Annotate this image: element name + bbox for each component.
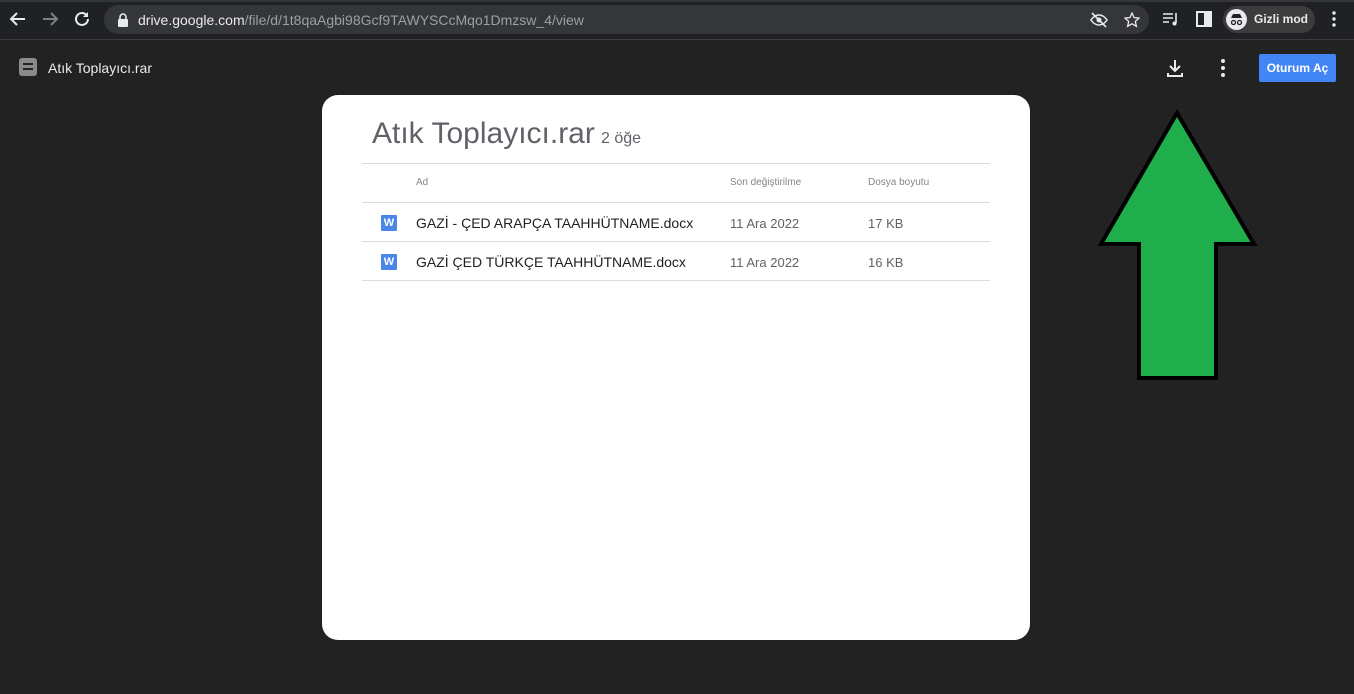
eye-off-icon[interactable] — [1090, 11, 1108, 29]
file-modified: 11 Ara 2022 — [730, 216, 800, 231]
incognito-profile-button[interactable]: Gizli mod — [1223, 6, 1315, 33]
archive-title: Atık Toplayıcı.rar — [372, 117, 595, 150]
lock-icon[interactable] — [114, 11, 132, 29]
back-icon[interactable] — [7, 8, 29, 30]
green-up-arrow-annotation — [1097, 109, 1258, 380]
star-icon[interactable] — [1123, 11, 1141, 29]
url-host: drive.google.com — [138, 12, 245, 28]
word-doc-icon: W — [381, 215, 397, 231]
sign-in-button[interactable]: Oturum Aç — [1259, 54, 1336, 82]
file-size: 17 KB — [868, 216, 904, 231]
column-header-modified: Son değiştirilme — [730, 177, 802, 188]
browser-toolbar: drive.google.com/file/d/1t8qaAgbi98Gcf9T… — [0, 0, 1354, 40]
tab-strip-edge — [0, 0, 1354, 2]
forward-icon[interactable] — [39, 8, 61, 30]
viewer-file-title: Atık Toplayıcı.rar — [48, 60, 153, 76]
table-row[interactable]: W GAZİ ÇED TÜRKÇE TAAHHÜTNAME.docx 11 Ar… — [362, 242, 990, 281]
url-text[interactable]: drive.google.com/file/d/1t8qaAgbi98Gcf9T… — [138, 12, 584, 28]
address-bar[interactable]: drive.google.com/file/d/1t8qaAgbi98Gcf9T… — [104, 5, 1149, 34]
profile-label: Gizli mod — [1254, 12, 1308, 26]
file-name[interactable]: GAZİ ÇED TÜRKÇE TAAHHÜTNAME.docx — [416, 254, 686, 270]
table-row[interactable]: W GAZİ - ÇED ARAPÇA TAAHHÜTNAME.docx 11 … — [362, 203, 990, 242]
column-header-size: Dosya boyutu — [868, 177, 930, 188]
table-divider — [362, 280, 990, 281]
column-header-name: Ad — [416, 177, 429, 188]
incognito-icon — [1226, 9, 1247, 30]
url-path: /file/d/1t8qaAgbi98Gcf9TAWYSCcMqo1Dmzsw_… — [244, 12, 584, 28]
archive-file-icon — [19, 58, 37, 76]
archive-item-count: 2 öğe — [601, 130, 642, 147]
table-divider — [362, 163, 990, 164]
file-name[interactable]: GAZİ - ÇED ARAPÇA TAAHHÜTNAME.docx — [416, 215, 693, 231]
reading-list-icon[interactable] — [1161, 9, 1181, 29]
file-size: 16 KB — [868, 255, 904, 270]
file-modified: 11 Ara 2022 — [730, 255, 800, 270]
side-panel-icon[interactable] — [1194, 9, 1214, 29]
reload-icon[interactable] — [71, 8, 93, 30]
word-doc-icon: W — [381, 254, 397, 270]
download-icon[interactable] — [1163, 56, 1187, 80]
archive-preview-card: Atık Toplayıcı.rar 2 öğe Ad Son değiştir… — [322, 95, 1030, 640]
browser-menu-icon[interactable] — [1324, 9, 1344, 29]
more-options-icon[interactable] — [1211, 56, 1235, 80]
